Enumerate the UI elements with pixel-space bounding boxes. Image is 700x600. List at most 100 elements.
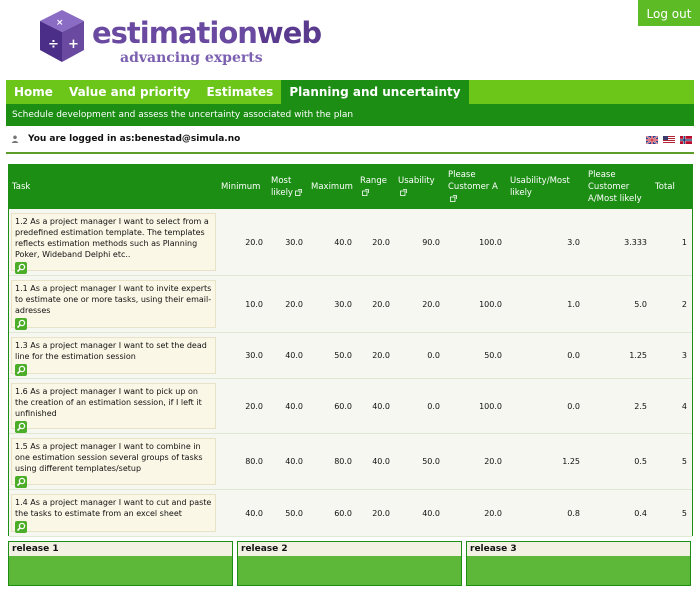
customer-a-most-likely-cell: 2.5 [585, 378, 652, 434]
tab-value-and-priority[interactable]: Value and priority [61, 80, 199, 104]
magnifier-icon[interactable] [15, 318, 27, 330]
login-status: You are logged in as:benestad@simula.no [28, 134, 241, 144]
svg-text:×: × [56, 18, 64, 28]
usability-cell: 0.0 [395, 332, 445, 379]
minimum-cell: 40.0 [218, 489, 268, 537]
customer-a-most-likely-cell: 5.0 [585, 275, 652, 333]
maximum-cell: 30.0 [308, 275, 357, 333]
customer-a-cell: 20.0 [445, 433, 507, 490]
usability-cell: 20.0 [395, 275, 445, 333]
release-panel-3[interactable]: release 3 [466, 541, 691, 586]
us-flag-icon[interactable] [663, 136, 675, 144]
task-card: 1.3 As a project manager I want to set t… [11, 337, 216, 376]
tab-home[interactable]: Home [6, 80, 61, 104]
popup-icon[interactable] [400, 189, 407, 196]
release-title: release 1 [9, 542, 232, 556]
most-likely-cell: 50.0 [268, 489, 308, 537]
magnifier-icon[interactable] [15, 364, 27, 376]
tab-planning-and-uncertainty[interactable]: Planning and uncertainty [281, 80, 469, 104]
task-cell: 1.1 As a project manager I want to invit… [9, 275, 218, 333]
task-card: 1.5 As a project manager I want to combi… [11, 438, 216, 488]
header-please-customer-a[interactable]: Please Customer A [445, 165, 507, 209]
customer-a-cell: 20.0 [445, 489, 507, 537]
magnifier-icon[interactable] [15, 476, 27, 488]
release-panel-2[interactable]: release 2 [237, 541, 462, 586]
norway-flag-icon[interactable] [680, 136, 692, 144]
most-likely-cell: 30.0 [268, 209, 308, 276]
maximum-cell: 80.0 [308, 433, 357, 490]
brand-name-part2: web [256, 16, 322, 50]
maximum-cell: 40.0 [308, 209, 357, 276]
header-total[interactable]: Total [652, 165, 692, 209]
release-title: release 3 [467, 542, 690, 556]
brand-name: estimationweb [92, 16, 322, 50]
task-table-panel: Task Minimum Most likely Maximum Range U… [8, 164, 693, 537]
usability-cell: 50.0 [395, 433, 445, 490]
magnifier-icon[interactable] [15, 521, 27, 533]
task-text: 1.1 As a project manager I want to invit… [15, 284, 212, 315]
task-cell: 1.5 As a project manager I want to combi… [9, 433, 218, 490]
popup-icon[interactable] [362, 189, 369, 196]
maximum-cell: 60.0 [308, 378, 357, 434]
popup-icon[interactable] [450, 195, 457, 202]
customer-a-most-likely-cell: 1.25 [585, 332, 652, 379]
minimum-cell: 20.0 [218, 378, 268, 434]
customer-a-cell: 100.0 [445, 275, 507, 333]
task-cell: 1.2 As a project manager I want to selec… [9, 209, 218, 276]
customer-a-most-likely-cell: 0.4 [585, 489, 652, 537]
magnifier-icon[interactable] [15, 262, 27, 274]
most-likely-cell: 40.0 [268, 378, 308, 434]
table-row: 1.1 As a project manager I want to invit… [9, 275, 692, 333]
maximum-cell: 50.0 [308, 332, 357, 379]
release-panel-1[interactable]: release 1 [8, 541, 233, 586]
header-usability[interactable]: Usability [395, 165, 445, 209]
header-task[interactable]: Task [9, 165, 218, 209]
header-usability-most-likely[interactable]: Usability/Most likely [507, 165, 585, 209]
usability-cell: 90.0 [395, 209, 445, 276]
customer-a-cell: 100.0 [445, 209, 507, 276]
svg-text:+: + [68, 37, 79, 52]
header-range[interactable]: Range [357, 165, 395, 209]
minimum-cell: 10.0 [218, 275, 268, 333]
usability-most-likely-cell: 1.0 [507, 275, 585, 333]
header-customer-a-most-likely[interactable]: Please Customer A/Most likely [585, 165, 652, 209]
popup-icon[interactable] [295, 189, 302, 196]
brand-tagline: advancing experts [120, 50, 263, 66]
logout-button[interactable]: Log out [638, 0, 700, 26]
most-likely-cell: 40.0 [268, 433, 308, 490]
usability-most-likely-cell: 0.0 [507, 378, 585, 434]
table-row: 1.3 As a project manager I want to set t… [9, 332, 692, 379]
task-text: 1.6 As a project manager I want to pick … [15, 387, 202, 418]
range-cell: 20.0 [357, 489, 395, 537]
main-nav: Home Value and priority Estimates Planni… [6, 80, 694, 104]
user-info-bar: You are logged in as:benestad@simula.no [6, 128, 694, 154]
magnifier-icon[interactable] [15, 421, 27, 433]
logo-cube-icon: ÷ + × [40, 10, 84, 62]
release-title: release 2 [238, 542, 461, 556]
uk-flag-icon[interactable] [646, 136, 658, 144]
total-cell: 5 [652, 489, 692, 537]
header-maximum[interactable]: Maximum [308, 165, 357, 209]
logo: ÷ + × estimationweb advancing experts [38, 8, 322, 72]
minimum-cell: 20.0 [218, 209, 268, 276]
usability-cell: 0.0 [395, 378, 445, 434]
header-minimum[interactable]: Minimum [218, 165, 268, 209]
release-panels: release 1 release 2 release 3 [8, 541, 691, 586]
svg-text:÷: ÷ [48, 37, 59, 52]
task-cell: 1.4 As a project manager I want to cut a… [9, 489, 218, 537]
table-row: 1.4 As a project manager I want to cut a… [9, 489, 692, 537]
language-flags [646, 136, 692, 144]
most-likely-cell: 20.0 [268, 275, 308, 333]
customer-a-cell: 50.0 [445, 332, 507, 379]
usability-most-likely-cell: 1.25 [507, 433, 585, 490]
total-cell: 1 [652, 209, 692, 276]
range-cell: 20.0 [357, 332, 395, 379]
task-table: Task Minimum Most likely Maximum Range U… [9, 165, 692, 537]
header-most-likely[interactable]: Most likely [268, 165, 308, 209]
range-cell: 40.0 [357, 378, 395, 434]
total-cell: 4 [652, 378, 692, 434]
page-subtitle: Schedule development and assess the unce… [12, 110, 354, 120]
range-cell: 40.0 [357, 433, 395, 490]
user-icon [11, 135, 19, 143]
tab-estimates[interactable]: Estimates [199, 80, 282, 104]
